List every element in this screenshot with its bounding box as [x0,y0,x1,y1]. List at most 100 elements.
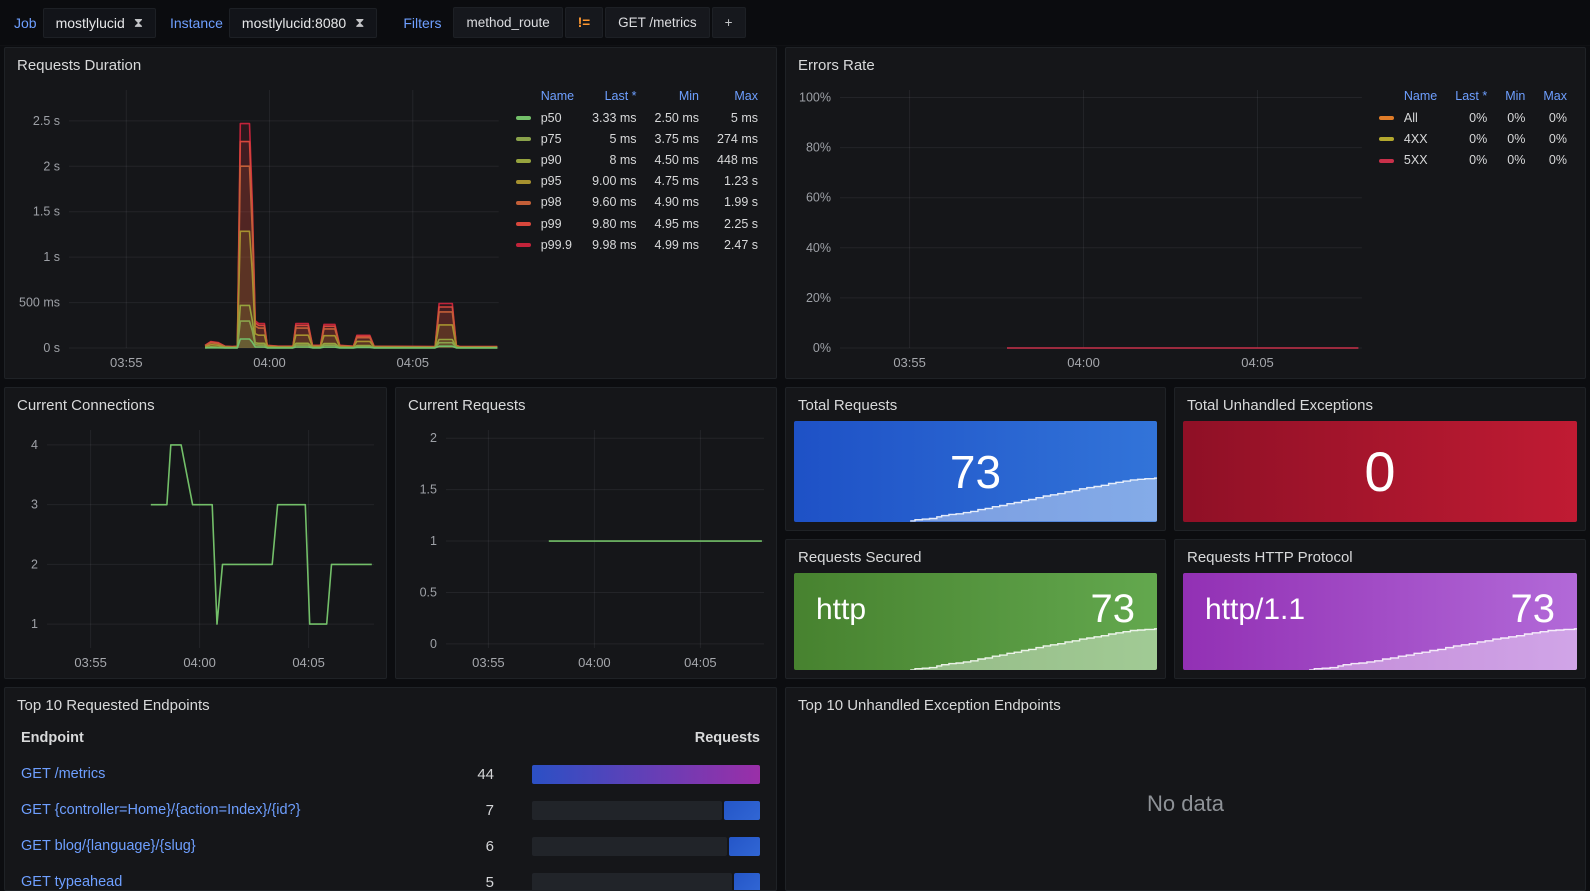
endpoint-link[interactable]: GET /metrics [21,766,436,782]
series-name[interactable]: All [1394,107,1437,128]
legend-row: p75 5 ms 3.75 ms 274 ms [513,128,758,149]
panel-body: 0 s 500 ms 1 s 1.5 s 2 s 2.5 s 03:55 04:00 04:05… [9,78,774,376]
panel-title[interactable]: Requests Duration [5,48,776,77]
panel-current-requests: Current Requests 0 0.5 1 1.5 2 03:55 04:00 04:0… [395,387,777,679]
stat-background: http/1.1 73 [1183,573,1577,670]
panel-title[interactable]: Requests HTTP Protocol [1175,540,1585,569]
time-series-canvas[interactable]: 0% 20% 40% 60% 80% 100% 03:55 04:00 04:05 [790,78,1372,376]
legend-stat-min: 4.95 ms [654,216,699,231]
stat-row: http 73 [794,579,1157,640]
svg-text:4: 4 [31,438,38,452]
legend-column-header[interactable]: Min [1487,86,1525,107]
legend-stat-last: 0% [1469,110,1488,125]
series-name[interactable]: p99.9 [531,234,574,255]
svg-text:80%: 80% [806,141,831,155]
panel-body: 1 2 3 4 03:55 04:00 04:05 [9,418,384,676]
panel-title[interactable]: Total Requests [786,388,1165,417]
legend-stat-last: 8 ms [609,152,637,167]
job-variable-dropdown[interactable]: mostlylucid ⧗ [42,7,156,38]
panel-title[interactable]: Errors Rate [786,48,1585,77]
legend-column-header[interactable]: Last * [1437,86,1487,107]
svg-text:2.5 s: 2.5 s [33,114,60,128]
series-name[interactable]: p90 [531,149,574,170]
filter-field-button[interactable]: method_route [453,7,563,38]
endpoint-column-header[interactable]: Endpoint [21,730,436,746]
legend-row: p90 8 ms 4.50 ms 448 ms [513,149,758,170]
endpoint-row: GET {controller=Home}/{action=Index}/{id… [5,792,776,828]
svg-text:1.5 s: 1.5 s [33,205,60,219]
svg-text:20%: 20% [806,291,831,305]
legend-column-header[interactable]: Max [1525,86,1567,107]
svg-text:03:55: 03:55 [110,355,143,370]
svg-text:2: 2 [31,557,38,571]
legend-stat-last: 9.00 ms [592,174,637,189]
panel-title[interactable]: Current Requests [396,388,776,417]
legend-column-header[interactable]: Name [1394,86,1437,107]
panel-total-unhandled-exceptions: Total Unhandled Exceptions 0 [1174,387,1586,531]
bar-gauge-track [532,800,722,820]
svg-text:1.5: 1.5 [420,483,437,497]
legend-row: 4XX 0% 0% 0% [1376,128,1567,149]
svg-text:03:55: 03:55 [893,355,926,370]
legend-stat-max: 0% [1548,110,1567,125]
endpoint-link[interactable]: GET blog/{language}/{slug} [21,838,436,854]
series-name[interactable]: p75 [531,128,574,149]
legend-stat-last: 3.33 ms [592,110,637,125]
legend-stat-min: 4.90 ms [654,195,699,210]
hourglass-icon: ⧗ [355,15,365,30]
svg-text:04:00: 04:00 [1067,355,1100,370]
svg-text:100%: 100% [799,91,831,105]
instance-variable-dropdown[interactable]: mostlylucid:8080 ⧗ [228,7,378,38]
panel-requests-duration: Requests Duration 0 s 500 ms 1 s 1.5 s 2 s 2.… [4,47,777,379]
filter-operator-button[interactable]: != [564,7,604,38]
series-name[interactable]: p99 [531,213,574,234]
series-name[interactable]: 5XX [1394,149,1437,170]
stat-background: 73 [794,421,1157,522]
time-series-canvas[interactable]: 0 0.5 1 1.5 2 03:55 04:00 04:05 [400,418,774,676]
stat-value: 73 [949,445,1002,498]
legend-stat-min: 4.50 ms [654,152,699,167]
legend-stat-min: 0% [1507,152,1526,167]
legend-stat-max: 5 ms [730,110,758,125]
legend-column-header[interactable]: Min [637,86,699,107]
series-name[interactable]: p95 [531,171,574,192]
endpoint-link[interactable]: GET {controller=Home}/{action=Index}/{id… [21,802,436,818]
grafana-dashboard: Job mostlylucid ⧗ Instance mostlylucid:8… [0,0,1590,891]
panel-title[interactable]: Top 10 Requested Endpoints [5,688,776,717]
filter-value-button[interactable]: GET /metrics [605,7,710,38]
endpoint-link[interactable]: GET typeahead [21,874,436,890]
bar-gauge-track [532,872,732,890]
requests-column-header[interactable]: Requests [436,730,760,746]
legend-stat-max: 274 ms [717,131,758,146]
legend-column-header[interactable]: Max [699,86,758,107]
legend-stat-last: 5 ms [609,131,637,146]
panel-title[interactable]: Total Unhandled Exceptions [1175,388,1585,417]
panel-title[interactable]: Current Connections [5,388,386,417]
legend-stat-max: 448 ms [717,152,758,167]
panel-title[interactable]: Requests Secured [786,540,1165,569]
legend-stat-last: 9.98 ms [592,237,637,252]
job-variable-label: Job [14,14,37,31]
stat-value: 73 [1510,587,1556,631]
series-name[interactable]: 4XX [1394,128,1437,149]
stat-row: http/1.1 73 [1183,579,1577,640]
filters-label: Filters [403,14,442,31]
legend-stat-max: 0% [1548,131,1567,146]
svg-text:500 ms: 500 ms [19,296,60,310]
legend-row: p99 9.80 ms 4.95 ms 2.25 s [513,213,758,234]
panel-top-requested-endpoints: Top 10 Requested Endpoints Endpoint Requ… [4,687,777,891]
legend-column-header[interactable]: Name [531,86,574,107]
time-series-canvas[interactable]: 0 s 500 ms 1 s 1.5 s 2 s 2.5 s 03:55 04:00 04:05 [9,78,509,376]
series-name[interactable]: p98 [531,192,574,213]
legend-stat-last: 9.80 ms [592,216,637,231]
endpoints-table-header: Endpoint Requests [5,718,776,756]
legend-column-header[interactable]: Last * [574,86,637,107]
endpoints-table: Endpoint Requests GET /metrics 44 GET {con… [5,718,776,890]
add-filter-button[interactable]: + [711,7,746,38]
panel-title[interactable]: Top 10 Unhandled Exception Endpoints [786,688,1585,717]
series-name[interactable]: p50 [531,107,574,128]
legend-row: p98 9.60 ms 4.90 ms 1.99 s [513,192,758,213]
svg-text:40%: 40% [806,241,831,255]
panel-top-exception-endpoints: Top 10 Unhandled Exception Endpoints No … [785,687,1586,891]
time-series-canvas[interactable]: 1 2 3 4 03:55 04:00 04:05 [9,418,384,676]
